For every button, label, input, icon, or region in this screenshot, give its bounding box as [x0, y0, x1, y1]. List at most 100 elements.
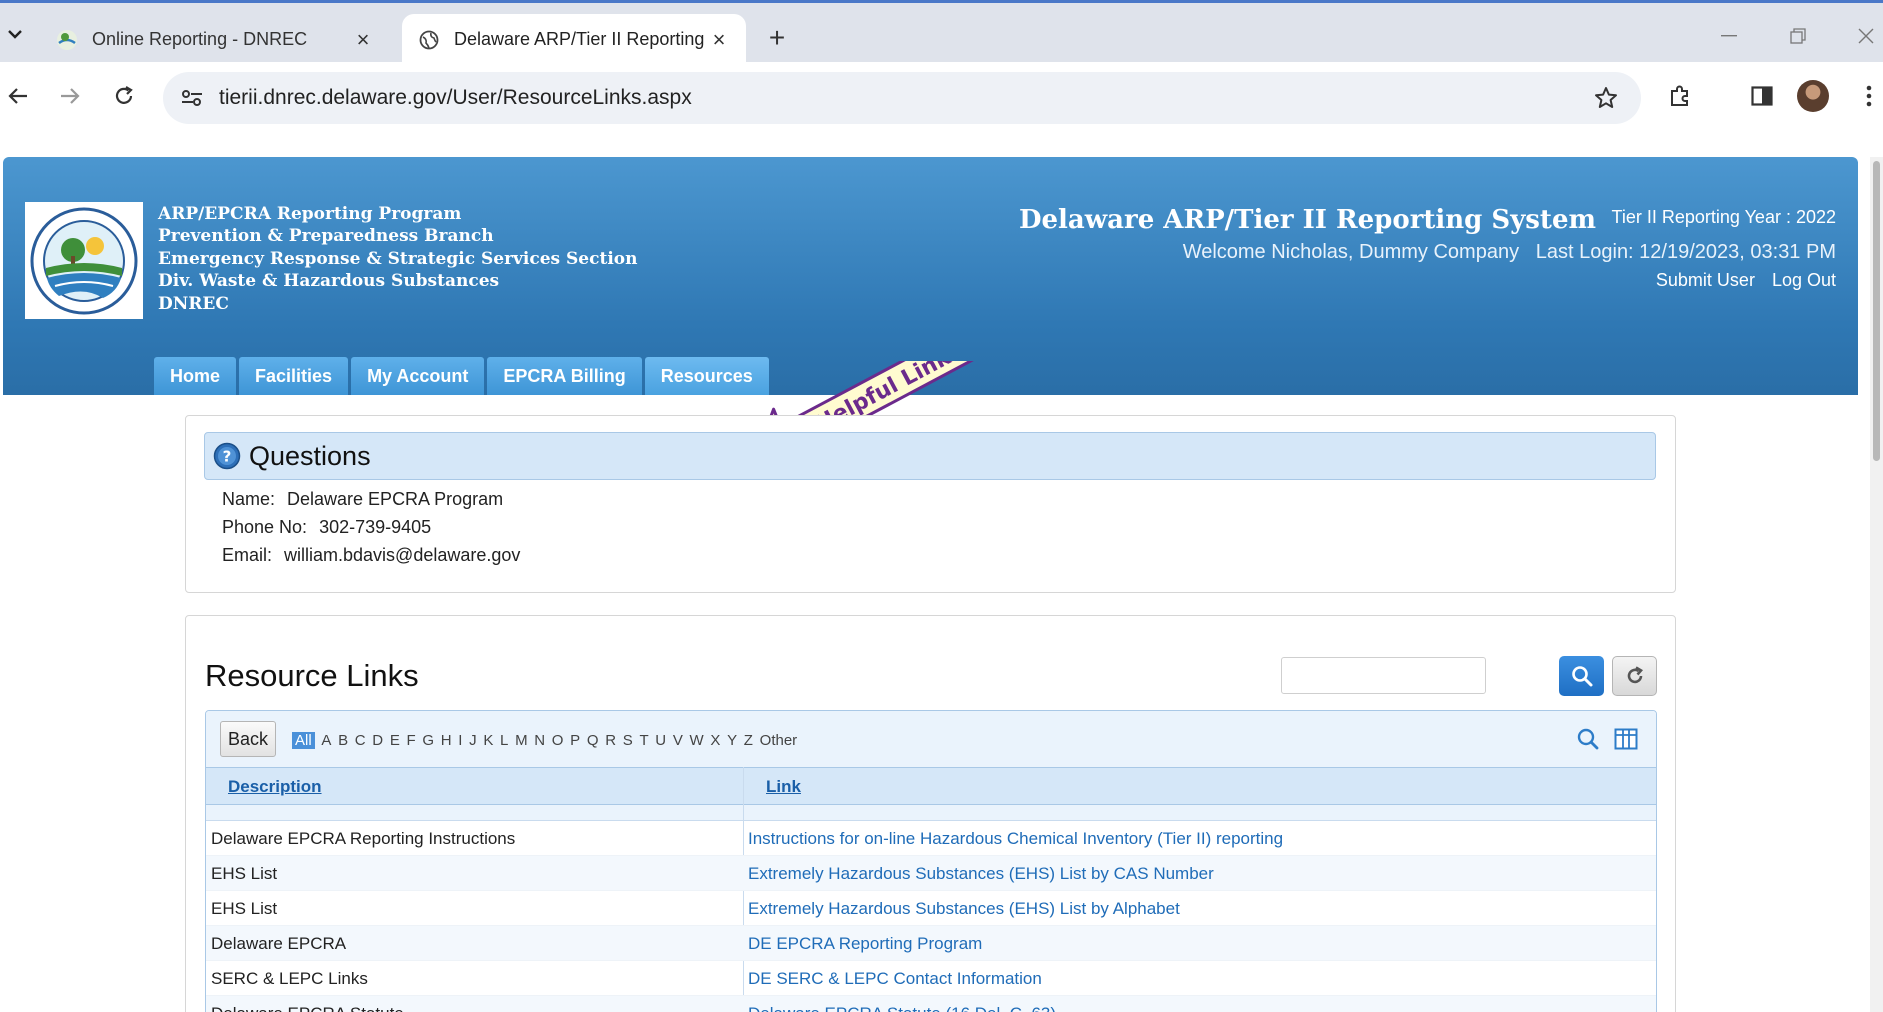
org-line: ARP/EPCRA Reporting Program: [158, 204, 462, 224]
phone-label: Phone No:: [222, 517, 308, 537]
alphabet-filter-d[interactable]: D: [372, 732, 383, 749]
alphabet-filter-r[interactable]: R: [605, 732, 616, 749]
alphabet-filter-s[interactable]: S: [623, 732, 633, 749]
nav-tab-my-account[interactable]: My Account: [351, 357, 485, 395]
back-button[interactable]: Back: [220, 721, 276, 757]
last-login-text: Last Login: 12/19/2023, 03:31 PM: [1535, 241, 1836, 263]
alphabet-filter-other[interactable]: Other: [760, 732, 798, 749]
side-panel-icon[interactable]: [1744, 78, 1780, 114]
questions-title: Questions: [249, 440, 371, 471]
row-link[interactable]: Delaware EPCRA Statute (16 Del. C. 63): [748, 1004, 1056, 1012]
table-row: Delaware EPCRA Statute Delaware EPCRA Sta…: [206, 996, 1656, 1012]
more-menu-icon[interactable]: [1851, 78, 1883, 114]
alphabet-filter-c[interactable]: C: [355, 732, 366, 749]
alphabet-filter-j[interactable]: J: [469, 732, 477, 749]
nav-tab-epcra-billing[interactable]: EPCRA Billing: [487, 357, 642, 395]
alphabet-filter-o[interactable]: O: [552, 732, 564, 749]
alphabet-filter-u[interactable]: U: [655, 732, 666, 749]
tab-title: Delaware ARP/Tier II Reporting: [454, 29, 705, 49]
name-value: Delaware EPCRA Program: [287, 489, 504, 509]
row-description: Delaware EPCRA: [211, 934, 347, 953]
alphabet-filter-q[interactable]: Q: [587, 732, 599, 749]
org-line: Div. Waste & Hazardous Substances: [158, 271, 500, 292]
nav-tab-home[interactable]: Home: [154, 357, 237, 395]
name-label: Name:: [222, 489, 276, 509]
row-description: SERC & LEPC Links: [211, 969, 368, 988]
alphabet-filter: All A B C D E F G H I J K L M N O P Q R S T U V W X Y Z Other: [292, 732, 804, 749]
column-header-link[interactable]: Link: [766, 777, 801, 797]
extensions-puzzle-icon[interactable]: [1662, 78, 1698, 114]
row-description: Delaware EPCRA Reporting Instructions: [211, 829, 516, 848]
row-description: EHS List: [211, 899, 278, 918]
row-link[interactable]: Instructions for on-line Hazardous Chemi…: [748, 829, 1283, 849]
dnrec-logo: [25, 202, 143, 319]
alphabet-filter-a[interactable]: A: [321, 732, 331, 749]
bookmark-star-icon[interactable]: [1591, 83, 1621, 113]
svg-text:?: ?: [223, 448, 232, 466]
nav-tab-facilities[interactable]: Facilities: [239, 357, 349, 395]
profile-avatar[interactable]: [1797, 80, 1829, 112]
tab-search-chevron-icon[interactable]: [0, 17, 30, 51]
alphabet-filter-g[interactable]: G: [422, 732, 434, 749]
alphabet-filter-t[interactable]: T: [639, 732, 648, 749]
minimize-icon[interactable]: [1714, 21, 1744, 51]
site-settings-icon[interactable]: [177, 83, 207, 113]
alphabet-filter-l[interactable]: L: [500, 732, 508, 749]
close-tab-icon[interactable]: ×: [352, 27, 374, 52]
page-scrollbar[interactable]: [1870, 157, 1883, 1012]
alphabet-filter-z[interactable]: Z: [744, 732, 753, 749]
alphabet-filter-h[interactable]: H: [441, 732, 452, 749]
row-description: Delaware EPCRA Statute: [211, 1004, 404, 1012]
browser-tab-tier-ii[interactable]: Delaware ARP/Tier II Reporting ×: [402, 14, 746, 65]
reload-icon[interactable]: [106, 78, 142, 114]
log-out-link[interactable]: Log Out: [1772, 270, 1836, 290]
address-bar[interactable]: tierii.dnrec.delaware.gov/User/ResourceL…: [163, 72, 1641, 124]
resource-links-title: Resource Links: [205, 658, 419, 693]
grid-filter-row: [206, 805, 1656, 821]
web-page: ARP/EPCRA Reporting Program Prevention &…: [3, 157, 1858, 1012]
table-row: Delaware EPCRA Reporting Instructions Ins…: [206, 821, 1656, 856]
alphabet-filter-i[interactable]: I: [458, 732, 462, 749]
row-link[interactable]: DE SERC & LEPC Contact Information: [748, 969, 1042, 989]
browser-tab-online-reporting[interactable]: Online Reporting - DNREC ×: [40, 14, 390, 65]
alphabet-filter-p[interactable]: P: [570, 732, 580, 749]
column-header-description[interactable]: Description: [228, 777, 322, 797]
column-chooser-icon[interactable]: [1612, 725, 1640, 753]
close-tab-icon[interactable]: ×: [708, 27, 730, 52]
alphabet-filter-w[interactable]: W: [690, 732, 704, 749]
grid-body: Delaware EPCRA Reporting Instructions Ins…: [206, 821, 1656, 1012]
submit-user-link[interactable]: Submit User: [1656, 270, 1755, 290]
alphabet-filter-x[interactable]: X: [710, 732, 720, 749]
new-tab-plus-icon[interactable]: +: [762, 22, 792, 53]
row-description: EHS List: [211, 864, 278, 883]
row-link[interactable]: Extremely Hazardous Substances (EHS) Lis…: [748, 899, 1180, 919]
back-arrow-icon[interactable]: [0, 78, 36, 114]
alphabet-filter-e[interactable]: E: [390, 732, 400, 749]
close-window-icon[interactable]: [1851, 21, 1881, 51]
alphabet-filter-k[interactable]: K: [483, 732, 493, 749]
alphabet-filter-n[interactable]: N: [534, 732, 545, 749]
welcome-line: Welcome Nicholas, Dummy Company Last Log…: [1183, 241, 1836, 264]
alphabet-filter-m[interactable]: M: [515, 732, 528, 749]
restore-icon[interactable]: [1783, 21, 1813, 51]
refresh-icon: [1627, 666, 1643, 684]
row-link[interactable]: DE EPCRA Reporting Program: [748, 934, 982, 954]
alphabet-filter-v[interactable]: V: [673, 732, 683, 749]
forward-arrow-icon[interactable]: [52, 78, 88, 114]
globe-icon: [418, 29, 440, 51]
alphabet-filter-f[interactable]: F: [407, 732, 416, 749]
system-title: Delaware ARP/Tier II Reporting System: [1018, 205, 1596, 235]
browser-tab-strip: Online Reporting - DNREC × Delaware ARP/…: [0, 0, 1883, 65]
alphabet-filter-all[interactable]: All: [292, 732, 315, 749]
row-link[interactable]: Extremely Hazardous Substances (EHS) Lis…: [748, 864, 1214, 884]
resource-search-input[interactable]: [1281, 657, 1486, 694]
table-row: EHS List Extremely Hazardous Substances (…: [206, 856, 1656, 891]
org-line: DNREC: [158, 293, 229, 314]
grid-search-icon[interactable]: [1574, 725, 1602, 753]
refresh-button[interactable]: [1612, 656, 1657, 696]
contact-email-row: Email: william.bdavis@delaware.gov: [222, 545, 520, 566]
alphabet-filter-y[interactable]: Y: [727, 732, 737, 749]
scrollbar-thumb[interactable]: [1873, 161, 1880, 461]
alphabet-filter-b[interactable]: B: [338, 732, 348, 749]
search-button[interactable]: [1559, 656, 1604, 696]
